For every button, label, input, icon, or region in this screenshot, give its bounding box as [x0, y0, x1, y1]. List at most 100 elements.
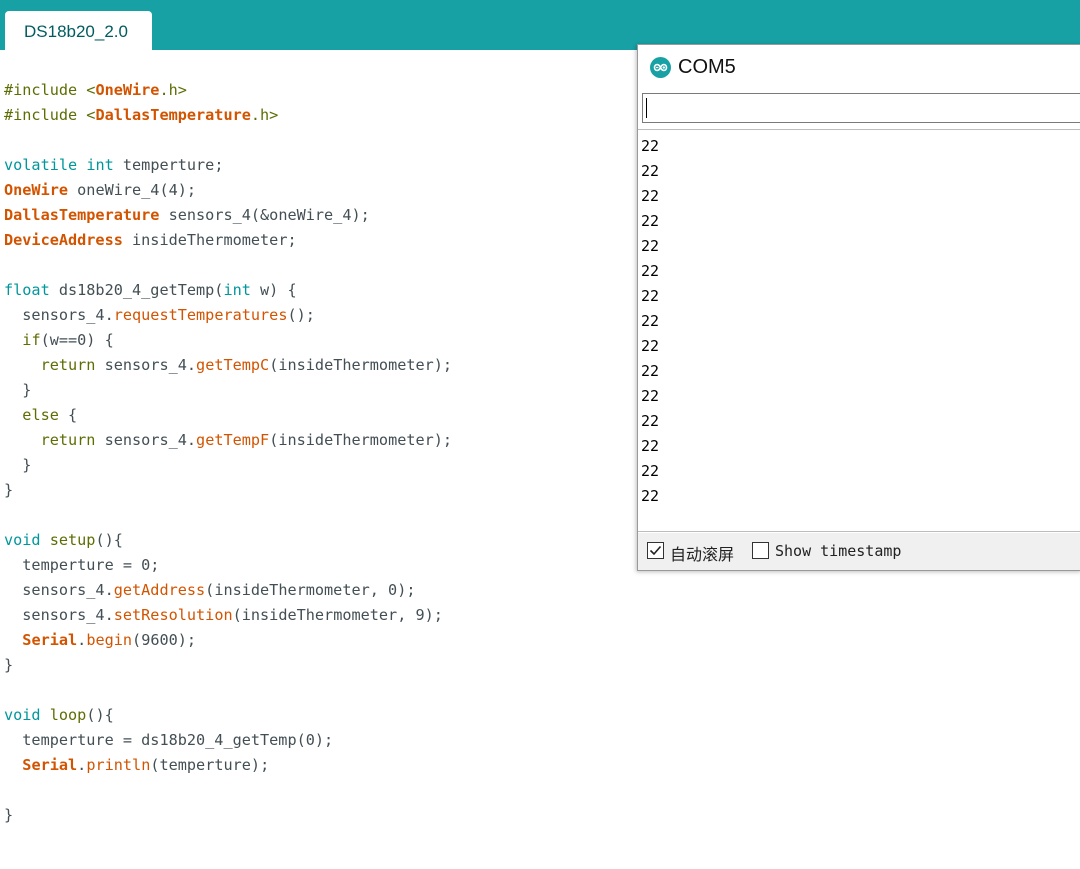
- code-line[interactable]: }: [4, 478, 13, 503]
- code-token: #include <: [4, 81, 96, 99]
- tab-sketch[interactable]: DS18b20_2.0: [5, 11, 152, 50]
- code-line[interactable]: Serial.begin(9600);: [4, 628, 196, 653]
- code-token: return: [40, 431, 96, 449]
- code-token: (insideThermometer, 9);: [232, 606, 443, 624]
- code-line[interactable]: sensors_4.getAddress(insideThermometer, …: [4, 578, 415, 603]
- code-token: sensors_4.: [4, 606, 114, 624]
- code-token: if: [22, 331, 41, 349]
- code-token: ds18b20_4_getTemp(: [49, 281, 224, 299]
- code-token: sensors_4.: [4, 581, 114, 599]
- serial-output-line: 22: [641, 287, 660, 305]
- autoscroll-label[interactable]: 自动滚屏: [670, 541, 734, 565]
- checkmark-icon: [649, 545, 662, 556]
- code-line[interactable]: }: [4, 653, 13, 678]
- code-token: else: [22, 406, 59, 424]
- code-token: requestTemperatures: [113, 306, 288, 324]
- code-line[interactable]: if(w==0) {: [4, 328, 114, 353]
- show-timestamp-label[interactable]: Show timestamp: [775, 542, 901, 560]
- code-line[interactable]: void setup(){: [4, 528, 123, 553]
- code-line[interactable]: temperture = ds18b20_4_getTemp(0);: [4, 728, 333, 753]
- code-token: (9600);: [132, 631, 197, 649]
- code-line[interactable]: Serial.println(temperture);: [4, 753, 269, 778]
- code-token: loop: [49, 706, 87, 724]
- code-token: ();: [287, 306, 315, 324]
- code-line[interactable]: DallasTemperature sensors_4(&oneWire_4);: [4, 203, 370, 228]
- code-token: sensors_4.: [95, 356, 197, 374]
- code-token: insideThermometer;: [122, 231, 297, 249]
- serial-output-line: 22: [641, 387, 660, 405]
- show-timestamp-checkbox[interactable]: [752, 542, 769, 559]
- code-line[interactable]: float ds18b20_4_getTemp(int w) {: [4, 278, 297, 303]
- code-line[interactable]: else {: [4, 403, 77, 428]
- code-line[interactable]: #include <DallasTemperature.h>: [4, 103, 278, 128]
- serial-output-line: 22: [641, 437, 660, 455]
- serial-output-line: 22: [641, 237, 660, 255]
- code-token: OneWire: [95, 81, 160, 99]
- code-token: }: [4, 656, 14, 674]
- code-token: DallasTemperature: [4, 206, 160, 224]
- serial-monitor-titlebar[interactable]: COM5: [638, 45, 1080, 90]
- autoscroll-checkbox[interactable]: [647, 542, 664, 559]
- code-line[interactable]: void loop(){: [4, 703, 114, 728]
- code-token: volatile: [4, 156, 78, 174]
- code-token: DallasTemperature: [95, 106, 251, 124]
- code-line[interactable]: #include <OneWire.h>: [4, 78, 187, 103]
- code-token: #include <: [4, 106, 96, 124]
- code-token: (insideThermometer);: [269, 356, 453, 374]
- serial-port-title: COM5: [678, 56, 736, 78]
- code-line[interactable]: }: [4, 453, 31, 478]
- text-cursor: [646, 98, 647, 118]
- code-token: DeviceAddress: [4, 231, 123, 249]
- code-token: Serial: [22, 756, 78, 774]
- code-line[interactable]: sensors_4.setResolution(insideThermomete…: [4, 603, 443, 628]
- code-token: (){: [95, 531, 123, 549]
- code-token: getTempF: [196, 431, 270, 449]
- code-line[interactable]: }: [4, 378, 31, 403]
- serial-output-line: 22: [641, 212, 660, 230]
- code-token: float: [4, 281, 50, 299]
- serial-output-line: 22: [641, 412, 660, 430]
- code-token: setResolution: [113, 606, 233, 624]
- code-line[interactable]: OneWire oneWire_4(4);: [4, 178, 196, 203]
- serial-output-line: 22: [641, 262, 660, 280]
- serial-output-line: 22: [641, 187, 660, 205]
- code-line[interactable]: volatile int temperture;: [4, 153, 223, 178]
- code-token: }: [4, 381, 32, 399]
- serial-monitor-footer: 自动滚屏 Show timestamp: [638, 533, 1080, 570]
- code-line[interactable]: return sensors_4.getTempF(insideThermome…: [4, 428, 453, 453]
- code-line[interactable]: DeviceAddress insideThermometer;: [4, 228, 297, 253]
- code-token: w) {: [250, 281, 297, 299]
- code-token: sensors_4.: [95, 431, 197, 449]
- code-token: int: [223, 281, 251, 299]
- code-token: sensors_4.: [4, 306, 114, 324]
- code-token: .h>: [250, 106, 279, 124]
- code-token: }: [4, 481, 14, 499]
- code-token: }: [4, 456, 32, 474]
- code-editor[interactable]: #include <OneWire.h> #include <DallasTemp…: [0, 78, 636, 869]
- code-token: {: [58, 406, 78, 424]
- code-token: .: [77, 756, 87, 774]
- serial-output-area[interactable]: 22 22 22 22 22 22 22 22 22 22 22 22 22 22 22: [638, 129, 1080, 532]
- code-token: (w==0) {: [40, 331, 114, 349]
- code-token: oneWire_4(4);: [68, 181, 197, 199]
- code-line[interactable]: sensors_4.requestTemperatures();: [4, 303, 315, 328]
- code-token: .: [77, 631, 87, 649]
- serial-output-line: 22: [641, 312, 660, 330]
- code-token: OneWire: [4, 181, 69, 199]
- code-line[interactable]: temperture = 0;: [4, 553, 159, 578]
- code-token: .h>: [159, 81, 187, 99]
- code-token: void: [4, 706, 41, 724]
- code-line[interactable]: return sensors_4.getTempC(insideThermome…: [4, 353, 453, 378]
- serial-send-input[interactable]: [642, 93, 1080, 123]
- code-token: (insideThermometer);: [269, 431, 453, 449]
- code-line[interactable]: }: [4, 803, 13, 828]
- serial-output-line: 22: [641, 462, 660, 480]
- serial-output-line: 22: [641, 337, 660, 355]
